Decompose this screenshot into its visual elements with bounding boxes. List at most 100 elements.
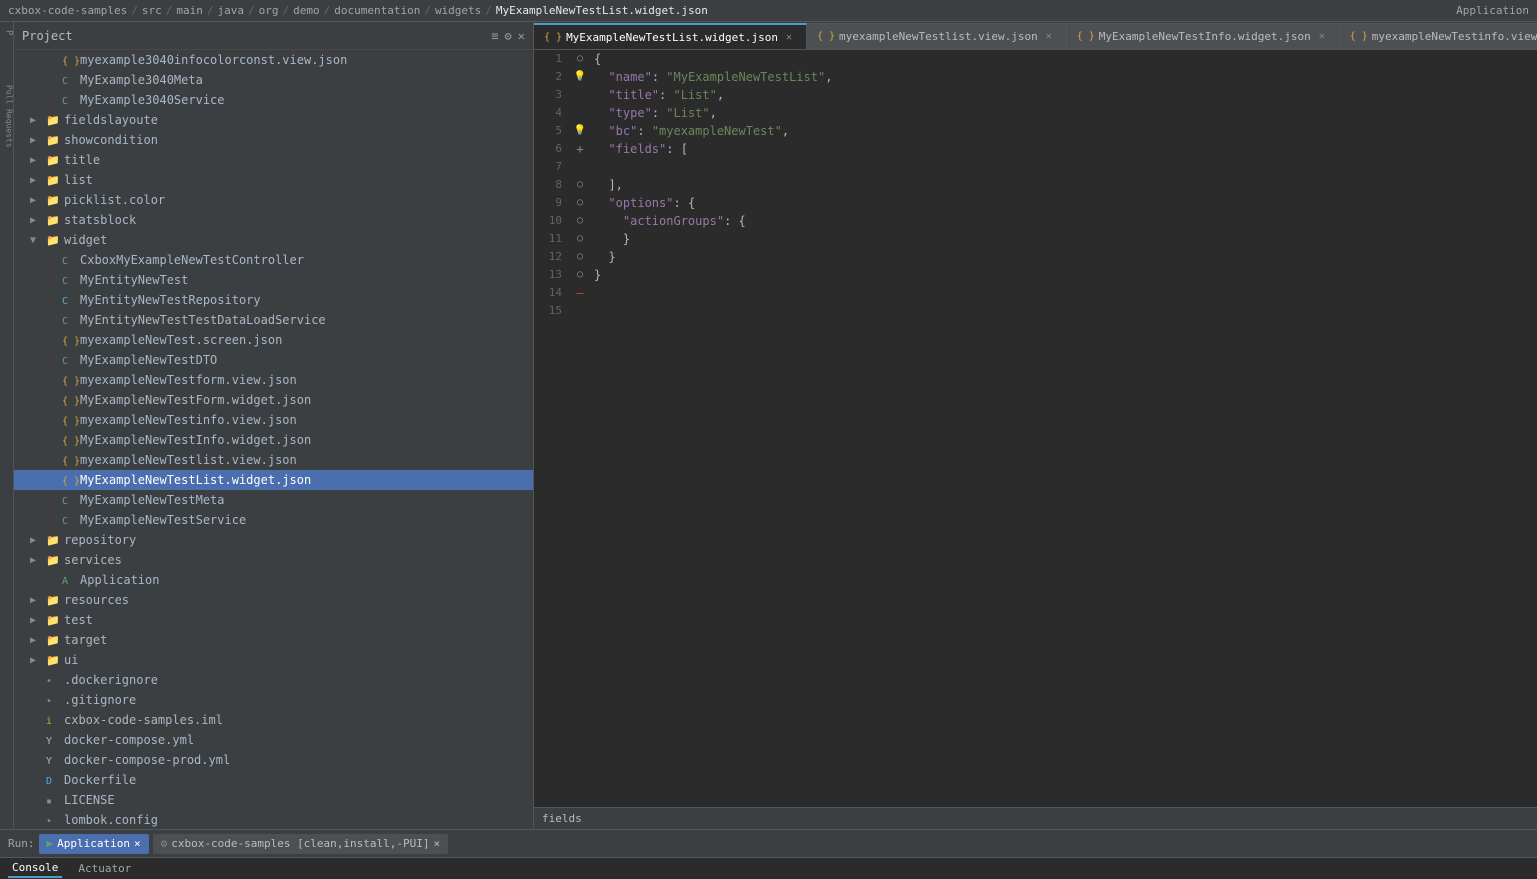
line-gutter-2[interactable]: 💡 <box>570 68 590 86</box>
tree-icon-MyExampleNewTestService: C <box>62 513 78 527</box>
code-editor[interactable]: 1○{2💡 "name": "MyExampleNewTestList",3 "… <box>534 50 1537 807</box>
breadcrumb-item-8[interactable]: widgets <box>435 4 481 17</box>
tree-item-MyExample3040Service[interactable]: CMyExample3040Service <box>14 90 533 110</box>
line-gutter-8[interactable]: ○ <box>570 176 590 194</box>
line-gutter-9[interactable]: ○ <box>570 194 590 212</box>
tree-item-fieldslayoute[interactable]: ▶📁fieldslayoute <box>14 110 533 130</box>
sidebar-header-icons: ≡ ⚙ ✕ <box>491 29 525 43</box>
tree-item-Dockerfile[interactable]: DDockerfile <box>14 770 533 790</box>
tree-icon-MyExampleNewTestList_widget: { } <box>62 473 78 487</box>
tree-item-services[interactable]: ▶📁services <box>14 550 533 570</box>
tree-item-MyExampleNewTestDTO[interactable]: CMyExampleNewTestDTO <box>14 350 533 370</box>
tree-arrow-resources: ▶ <box>30 595 46 606</box>
breadcrumb-item-3[interactable]: main <box>176 4 203 17</box>
tree-label-fieldslayoute: fieldslayoute <box>64 113 158 127</box>
line-gutter-13[interactable]: ○ <box>570 266 590 284</box>
run-app-tab[interactable]: ▶ Application × <box>39 834 149 854</box>
tab-tab4[interactable]: { }myexampleNewTestinfo.view.json✕ <box>1340 23 1537 49</box>
line-content-1[interactable]: { <box>590 50 1537 68</box>
tree-item-title[interactable]: ▶📁title <box>14 150 533 170</box>
tree-item-target[interactable]: ▶📁target <box>14 630 533 650</box>
breadcrumb-item-7[interactable]: documentation <box>334 4 420 17</box>
tree-item-MyExampleNewTestList_widget[interactable]: { }MyExampleNewTestList.widget.json <box>14 470 533 490</box>
line-content-4[interactable]: "type": "List", <box>590 104 1537 122</box>
tree-item-myexampleNewTest_screen[interactable]: { }myexampleNewTest.screen.json <box>14 330 533 350</box>
console-tab[interactable]: Console <box>8 859 62 878</box>
collapse-all-icon[interactable]: ≡ <box>491 29 498 43</box>
line-content-11[interactable]: } <box>590 230 1537 248</box>
tree-item-list[interactable]: ▶📁list <box>14 170 533 190</box>
tree-item-MyExampleNewTestService[interactable]: CMyExampleNewTestService <box>14 510 533 530</box>
line-content-2[interactable]: "name": "MyExampleNewTestList", <box>590 68 1537 86</box>
line-content-12[interactable]: } <box>590 248 1537 266</box>
tree-item-MyEntityNewTestTestDataLoadService[interactable]: CMyEntityNewTestTestDataLoadService <box>14 310 533 330</box>
tree-item-myexamplenewTestform_view[interactable]: { }myexampleNewTestform.view.json <box>14 370 533 390</box>
line-content-13[interactable]: } <box>590 266 1537 284</box>
breadcrumb-item-2[interactable]: src <box>142 4 162 17</box>
tree-item-test[interactable]: ▶📁test <box>14 610 533 630</box>
tree-item-docker_compose[interactable]: Ydocker-compose.yml <box>14 730 533 750</box>
run-build-close[interactable]: × <box>434 837 441 850</box>
tab-tab2[interactable]: { }myexampleNewTestlist.view.json✕ <box>807 23 1067 49</box>
line-gutter-6[interactable]: + <box>570 140 590 158</box>
tree-item-dockerignore[interactable]: •.dockerignore <box>14 670 533 690</box>
tab-tab3[interactable]: { }MyExampleNewTestInfo.widget.json✕ <box>1067 23 1340 49</box>
tree-item-lombok_config[interactable]: •lombok.config <box>14 810 533 829</box>
tree-item-cxbox_iml[interactable]: icxbox-code-samples.iml <box>14 710 533 730</box>
tree-item-widget[interactable]: ▼📁widget <box>14 230 533 250</box>
tree-item-MyExample3040Meta[interactable]: CMyExample3040Meta <box>14 70 533 90</box>
actuator-tab[interactable]: Actuator <box>74 860 135 877</box>
tree-label-MyExample3040Meta: MyExample3040Meta <box>80 73 203 87</box>
tree-item-myexample3040info[interactable]: { }myexample3040infocolorconst.view.json <box>14 50 533 70</box>
line-gutter-1[interactable]: ○ <box>570 50 590 68</box>
run-app-icon: ▶ <box>47 837 54 850</box>
tree-item-picklist_color[interactable]: ▶📁picklist.color <box>14 190 533 210</box>
tree-item-MyExampleNewTestForm_widget[interactable]: { }MyExampleNewTestForm.widget.json <box>14 390 533 410</box>
line-gutter-14[interactable]: — <box>570 284 590 302</box>
line-gutter-5[interactable]: 💡 <box>570 122 590 140</box>
run-build-tab[interactable]: ⚙ cxbox-code-samples [clean,install,-PUI… <box>153 834 449 854</box>
tree-item-gitignore[interactable]: •.gitignore <box>14 690 533 710</box>
tab-label-tab1: MyExampleNewTestList.widget.json <box>566 31 778 44</box>
tree-item-MyEntityNewTestRepository[interactable]: CMyEntityNewTestRepository <box>14 290 533 310</box>
tab-close-tab3[interactable]: ✕ <box>1315 30 1329 44</box>
tree-item-MyExampleNewTestInfo_widget[interactable]: { }MyExampleNewTestInfo.widget.json <box>14 430 533 450</box>
tree-item-showcondition[interactable]: ▶📁showcondition <box>14 130 533 150</box>
tree-item-docker_compose_prod[interactable]: Ydocker-compose-prod.yml <box>14 750 533 770</box>
pull-requests-tab[interactable]: Pull Requests <box>0 81 14 152</box>
line-content-6[interactable]: "fields": [ <box>590 140 1537 158</box>
tab-close-tab1[interactable]: ✕ <box>782 30 796 44</box>
breadcrumb-item-1[interactable]: cxbox-code-samples <box>8 4 127 17</box>
line-content-9[interactable]: "options": { <box>590 194 1537 212</box>
line-gutter-12[interactable]: ○ <box>570 248 590 266</box>
breadcrumb-item-6[interactable]: demo <box>293 4 320 17</box>
run-app-close[interactable]: × <box>134 837 141 850</box>
tab-tab1[interactable]: { }MyExampleNewTestList.widget.json✕ <box>534 23 807 49</box>
tree-item-Application[interactable]: AApplication <box>14 570 533 590</box>
line-gutter-11[interactable]: ○ <box>570 230 590 248</box>
tree-item-repository[interactable]: ▶📁repository <box>14 530 533 550</box>
project-tab[interactable]: P <box>0 26 14 39</box>
tree-item-myexampleNewTestlist_view[interactable]: { }myexampleNewTestlist.view.json <box>14 450 533 470</box>
line-gutter-10[interactable]: ○ <box>570 212 590 230</box>
tree-item-ui[interactable]: ▶📁ui <box>14 650 533 670</box>
tree-item-LICENSE[interactable]: ▪LICENSE <box>14 790 533 810</box>
line-content-8[interactable]: ], <box>590 176 1537 194</box>
settings-icon[interactable]: ⚙ <box>505 29 512 43</box>
line-content-10[interactable]: "actionGroups": { <box>590 212 1537 230</box>
tree-item-myexampleNewTestinfo_view[interactable]: { }myexampleNewTestinfo.view.json <box>14 410 533 430</box>
tree-item-MyExampleNewTestMeta[interactable]: CMyExampleNewTestMeta <box>14 490 533 510</box>
line-number-3: 3 <box>534 86 570 104</box>
line-content-5[interactable]: "bc": "myexampleNewTest", <box>590 122 1537 140</box>
sidebar-header: Project ≡ ⚙ ✕ <box>14 22 533 50</box>
tab-close-tab2[interactable]: ✕ <box>1042 30 1056 44</box>
tree-item-resources[interactable]: ▶📁resources <box>14 590 533 610</box>
line-content-3[interactable]: "title": "List", <box>590 86 1537 104</box>
close-icon[interactable]: ✕ <box>518 29 525 43</box>
tree-item-statsblock[interactable]: ▶📁statsblock <box>14 210 533 230</box>
breadcrumb-item-5[interactable]: org <box>259 4 279 17</box>
tree-item-CxboxMyExampleNewTestController[interactable]: CCxboxMyExampleNewTestController <box>14 250 533 270</box>
tree-arrow-repository: ▶ <box>30 535 46 546</box>
breadcrumb-item-4[interactable]: java <box>217 4 244 17</box>
tree-item-MyEntityNewTest[interactable]: CMyEntityNewTest <box>14 270 533 290</box>
